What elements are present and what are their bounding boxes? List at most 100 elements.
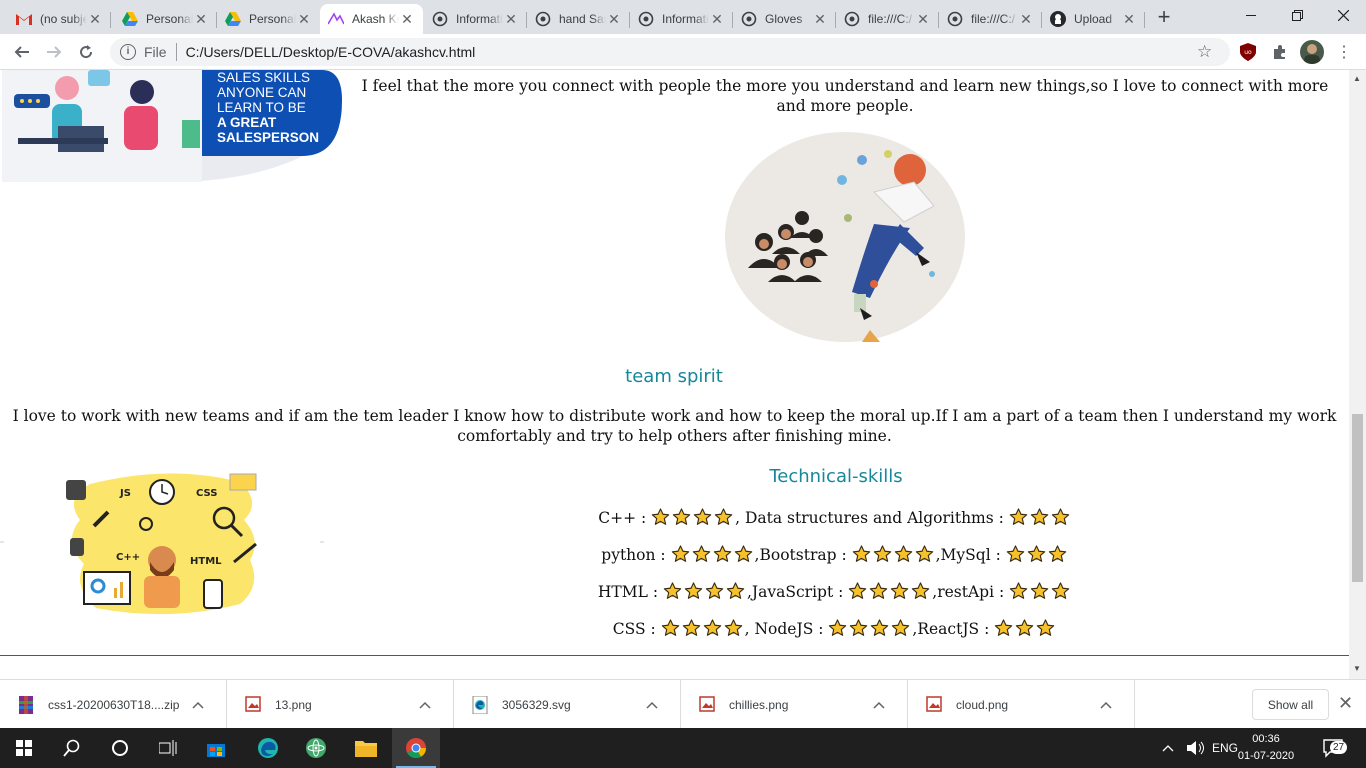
chrome-icon bbox=[406, 738, 427, 759]
star-icon bbox=[1048, 545, 1067, 563]
bookmark-star-icon[interactable]: ☆ bbox=[1197, 42, 1216, 61]
star-icon bbox=[848, 582, 867, 600]
volume-icon[interactable] bbox=[1186, 728, 1204, 768]
scroll-thumb[interactable] bbox=[1352, 414, 1363, 582]
browser-tab[interactable]: (no subject)✕ bbox=[8, 4, 111, 34]
skill-label: CSS : bbox=[612, 620, 661, 638]
close-tab-icon[interactable]: ✕ bbox=[503, 11, 519, 28]
divider bbox=[175, 43, 177, 61]
skill-row: CSS : , NodeJS : ,ReactJS : bbox=[400, 619, 1270, 638]
browser-tab[interactable]: hand Sanitizer✕ bbox=[527, 4, 630, 34]
reload-button[interactable] bbox=[72, 38, 100, 66]
show-all-button[interactable]: Show all bbox=[1252, 689, 1329, 720]
scroll-down-arrow-icon[interactable]: ▼ bbox=[1353, 664, 1361, 673]
download-filename: chillies.png bbox=[729, 697, 789, 712]
chevron-up-icon[interactable] bbox=[415, 698, 435, 712]
browser-tab[interactable]: file:///C:/✕ bbox=[939, 4, 1042, 34]
download-item[interactable]: 13.png bbox=[227, 680, 454, 729]
store-app[interactable] bbox=[192, 728, 240, 768]
browser-tab[interactable]: Personal ✕ bbox=[114, 4, 217, 34]
sales-banner-line-4: A GREAT bbox=[217, 115, 277, 130]
tab-title: file:///C:/ bbox=[868, 12, 913, 26]
tech-label-cpp: C++ bbox=[116, 552, 140, 563]
reload-icon bbox=[80, 45, 93, 59]
notification-center-button[interactable]: 27 bbox=[1322, 728, 1348, 768]
globe-icon bbox=[638, 11, 654, 27]
chevron-up-icon[interactable] bbox=[1096, 698, 1116, 712]
globe-icon bbox=[844, 11, 860, 27]
cortana-button[interactable] bbox=[96, 728, 144, 768]
extensions-puzzle-icon[interactable] bbox=[1270, 42, 1290, 62]
forward-button[interactable] bbox=[40, 38, 68, 66]
arrow-left-icon bbox=[14, 46, 29, 58]
address-bar[interactable]: i File C:/Users/DELL/Desktop/E-COVA/akas… bbox=[110, 38, 1230, 66]
language-indicator[interactable]: ENG bbox=[1212, 728, 1238, 768]
star-icon bbox=[873, 545, 892, 563]
download-filename: 13.png bbox=[275, 697, 312, 712]
browser-tab[interactable]: Gloves ✕ bbox=[733, 4, 836, 34]
close-tab-icon[interactable]: ✕ bbox=[606, 11, 622, 28]
page-scrollbar[interactable]: ▲ ▼ bbox=[1349, 70, 1366, 679]
new-tab-button[interactable]: + bbox=[1152, 6, 1176, 30]
system-clock[interactable]: 00:36 01-07-2020 bbox=[1236, 731, 1296, 765]
close-tab-icon[interactable]: ✕ bbox=[1121, 11, 1137, 28]
browser-tab[interactable]: Akash Kumar✕ bbox=[320, 4, 423, 34]
browser-tab[interactable]: Upload ✕ bbox=[1042, 4, 1145, 34]
sales-banner-line-2: ANYONE CAN bbox=[217, 85, 306, 100]
file-explorer-app[interactable] bbox=[342, 728, 390, 768]
store-icon bbox=[207, 744, 225, 757]
scroll-up-arrow-icon[interactable]: ▲ bbox=[1353, 74, 1361, 83]
star-icon bbox=[693, 508, 712, 526]
close-tab-icon[interactable]: ✕ bbox=[399, 11, 415, 28]
close-window-button[interactable] bbox=[1320, 0, 1366, 30]
task-view-button[interactable] bbox=[144, 728, 192, 768]
profile-avatar[interactable] bbox=[1300, 40, 1324, 64]
globe-icon bbox=[432, 11, 448, 27]
close-tab-icon[interactable]: ✕ bbox=[915, 11, 931, 28]
download-item[interactable]: 3056329.svg bbox=[454, 680, 681, 729]
browser-tab[interactable]: Personal ✕ bbox=[217, 4, 320, 34]
tray-chevron-icon[interactable] bbox=[1162, 728, 1174, 768]
close-tab-icon[interactable]: ✕ bbox=[812, 11, 828, 28]
chrome-app[interactable] bbox=[392, 728, 440, 768]
chevron-up-icon[interactable] bbox=[869, 698, 889, 712]
tab-separator bbox=[1144, 12, 1145, 28]
menu-kebab-icon[interactable]: ⋮ bbox=[1334, 42, 1354, 62]
browser-tab[interactable]: Information✕ bbox=[630, 4, 733, 34]
browser-tab[interactable]: Information✕ bbox=[424, 4, 527, 34]
download-item[interactable]: cloud.png bbox=[908, 680, 1135, 729]
edge-app[interactable] bbox=[244, 728, 292, 768]
close-tab-icon[interactable]: ✕ bbox=[296, 11, 312, 28]
ublock-extension-icon[interactable]: uo bbox=[1238, 42, 1258, 62]
back-button[interactable] bbox=[8, 38, 36, 66]
maximize-button[interactable] bbox=[1274, 0, 1320, 30]
start-button[interactable] bbox=[0, 728, 48, 768]
info-icon[interactable]: i bbox=[120, 44, 136, 60]
chevron-up-icon[interactable] bbox=[188, 698, 208, 712]
download-item[interactable]: chillies.png bbox=[681, 680, 908, 729]
chevron-up-icon[interactable] bbox=[642, 698, 662, 712]
browser-tab[interactable]: file:///C:/✕ bbox=[836, 4, 939, 34]
minimize-button[interactable] bbox=[1228, 0, 1274, 30]
skill-rating bbox=[848, 582, 932, 601]
star-icon bbox=[1030, 582, 1049, 600]
skill-label: ,MySql : bbox=[935, 546, 1006, 564]
close-tab-icon[interactable]: ✕ bbox=[193, 11, 209, 28]
atom-icon bbox=[306, 738, 326, 758]
url-text[interactable]: C:/Users/DELL/Desktop/E-COVA/akashcv.htm… bbox=[186, 44, 476, 60]
close-tab-icon[interactable]: ✕ bbox=[1018, 11, 1034, 28]
star-icon bbox=[911, 582, 930, 600]
close-shelf-icon[interactable]: ✕ bbox=[1338, 693, 1353, 714]
browser-toolbar: i File C:/Users/DELL/Desktop/E-COVA/akas… bbox=[0, 34, 1366, 70]
edge-file-icon bbox=[472, 695, 490, 714]
download-item[interactable]: css1-20200630T18....zip bbox=[0, 680, 227, 729]
star-icon bbox=[734, 545, 753, 563]
close-tab-icon[interactable]: ✕ bbox=[87, 11, 103, 28]
search-button[interactable] bbox=[48, 728, 96, 768]
star-icon bbox=[714, 508, 733, 526]
atom-app[interactable] bbox=[292, 728, 340, 768]
archive-icon bbox=[18, 695, 36, 714]
close-tab-icon[interactable]: ✕ bbox=[709, 11, 725, 28]
download-filename: cloud.png bbox=[956, 697, 1009, 712]
star-icon bbox=[994, 619, 1013, 637]
